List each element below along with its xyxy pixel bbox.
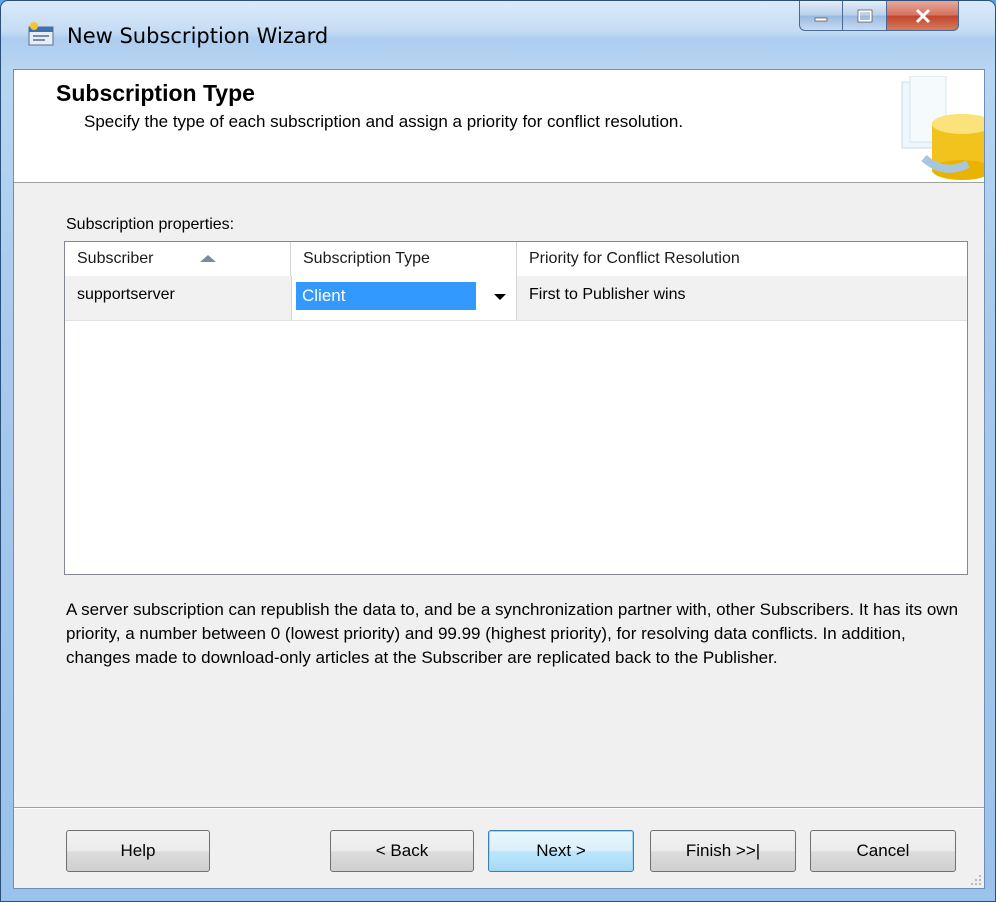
- cancel-button[interactable]: Cancel: [810, 830, 956, 872]
- description-text: A server subscription can republish the …: [66, 600, 959, 667]
- maximize-icon: [857, 9, 872, 22]
- wizard-content: Subscription Type Specify the type of ea…: [13, 69, 985, 889]
- subscription-type-dropdown[interactable]: Client: [291, 276, 517, 320]
- divider: [14, 807, 984, 809]
- finish-button[interactable]: Finish >>|: [650, 830, 796, 872]
- help-button[interactable]: Help: [66, 830, 210, 872]
- wizard-window: New Subscription Wizard Subscription Typ…: [0, 0, 996, 902]
- next-button[interactable]: Next >: [488, 830, 634, 872]
- page-title: Subscription Type: [56, 80, 255, 106]
- table-row[interactable]: supportserver Client First to Publisher …: [65, 276, 967, 321]
- title-bar[interactable]: New Subscription Wizard: [1, 1, 995, 69]
- subscriber-cell: supportserver: [77, 286, 175, 303]
- resize-grip-icon[interactable]: [968, 872, 982, 886]
- wizard-header: Subscription Type Specify the type of ea…: [14, 70, 984, 183]
- sort-ascending-icon: [200, 255, 216, 262]
- minimize-button[interactable]: [799, 1, 843, 31]
- minimize-icon: [814, 17, 828, 21]
- caption-buttons: [799, 1, 959, 33]
- subscription-properties-grid[interactable]: Subscriber Subscription Type Priority fo…: [64, 241, 968, 575]
- wizard-app-icon: [28, 22, 54, 46]
- page-subtitle: Specify the type of each subscription an…: [84, 112, 684, 131]
- column-header-priority[interactable]: Priority for Conflict Resolution: [517, 242, 967, 276]
- close-icon: [915, 8, 930, 23]
- grid-header: Subscriber Subscription Type Priority fo…: [65, 242, 967, 277]
- database-graphic-icon: [901, 76, 984, 180]
- window-title: New Subscription Wizard: [67, 24, 329, 48]
- chevron-down-icon[interactable]: [494, 294, 506, 300]
- priority-cell: First to Publisher wins: [529, 286, 686, 303]
- subscription-properties-label: Subscription properties:: [66, 216, 235, 233]
- column-header-subscriber[interactable]: Subscriber: [65, 242, 291, 276]
- column-header-subscription-type[interactable]: Subscription Type: [291, 242, 517, 276]
- subscription-type-value[interactable]: Client: [296, 282, 476, 310]
- maximize-button[interactable]: [843, 1, 887, 31]
- back-button[interactable]: < Back: [330, 830, 474, 872]
- close-button[interactable]: [887, 1, 959, 31]
